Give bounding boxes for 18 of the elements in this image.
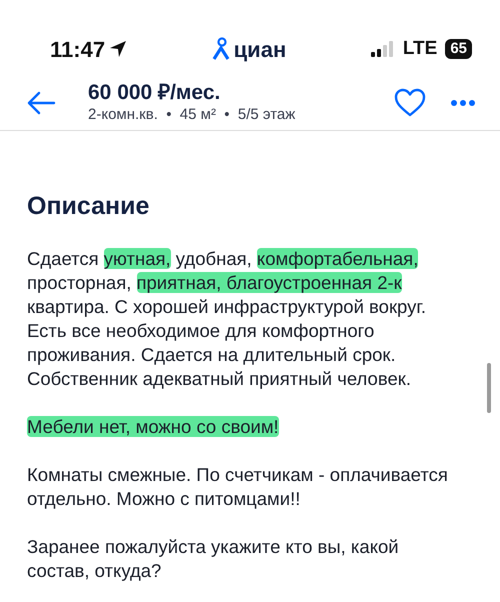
battery-level: 65 <box>445 39 472 59</box>
description-paragraph: Заранее пожалуйста укажите кто вы, какой состав, откуда? <box>27 535 400 583</box>
section-title: Описание <box>27 191 150 221</box>
description-paragraph: Мебели нет, можно со своим! <box>27 415 280 439</box>
network-type: LTE <box>402 36 438 61</box>
clock-time: 11:47 <box>50 36 106 64</box>
pin-person-icon <box>212 37 230 61</box>
app-logo: циан <box>234 36 286 64</box>
description-paragraph: Сдается уютная, удобная, комфортабельная, просторная, приятная, благоустроенная 2-к квартира. С хорошей инфраструктурой вокруг. Есть все необходимое для комфортного проживания. Сдается на длительный срок. Собственник адекватный приятный человек. <box>27 247 428 391</box>
signal-icon <box>370 41 395 57</box>
favorite-button[interactable] <box>394 88 426 118</box>
location-arrow-icon <box>109 40 128 58</box>
scrollbar-thumb <box>487 363 491 413</box>
listing-price: 60 000 ₽/мес. <box>88 81 222 105</box>
listing-details: 2-комн.кв. • 45 м² • 5/5 этаж <box>88 105 296 125</box>
description-paragraph: Комнаты смежные. По счетчикам - оплачивается отдельно. Можно с питомцами!! <box>27 463 449 511</box>
back-button[interactable] <box>26 91 56 115</box>
more-button[interactable] <box>450 99 476 107</box>
